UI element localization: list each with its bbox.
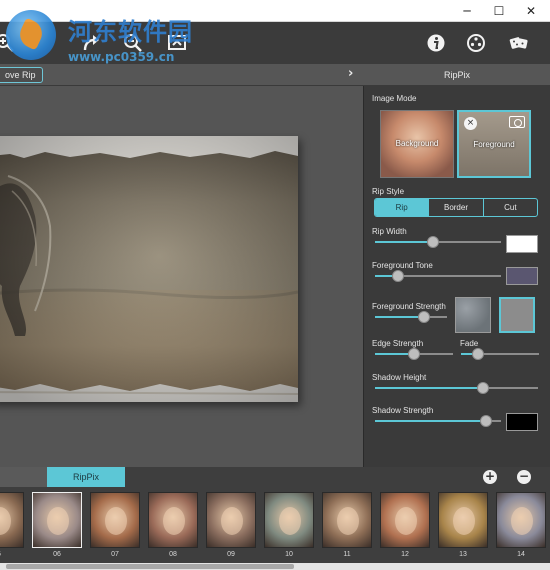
info-icon[interactable] xyxy=(425,32,447,54)
toolbar xyxy=(0,22,550,64)
fit-screen-icon[interactable] xyxy=(166,32,188,54)
rip-style-cut[interactable]: Cut xyxy=(484,199,537,216)
thumbnail-number: 5 xyxy=(0,551,24,558)
image-canvas[interactable] xyxy=(0,86,363,467)
effect-thumbnail[interactable] xyxy=(90,492,140,548)
fade-slider[interactable] xyxy=(461,348,539,360)
effect-thumbnail[interactable] xyxy=(206,492,256,548)
thumbnail-portrait xyxy=(221,507,243,535)
close-button[interactable]: ✕ xyxy=(516,0,546,22)
foreground-tone-label: Foreground Tone xyxy=(372,261,433,270)
zoom-in-icon[interactable] xyxy=(0,32,16,54)
title-bar: ─ ☐ ✕ xyxy=(0,0,550,22)
foreground-label: Foreground xyxy=(473,140,515,149)
zoom-out-icon[interactable] xyxy=(122,32,144,54)
effect-thumbnail[interactable] xyxy=(148,492,198,548)
rip-width-slider[interactable] xyxy=(375,236,501,248)
thumbnail-portrait xyxy=(395,507,417,535)
effects-filmstrip: 5 06 07 08 09 10 11 12 13 14 xyxy=(0,487,550,563)
shadow-strength-slider[interactable] xyxy=(375,415,501,427)
image-mode-label: Image Mode xyxy=(372,94,417,103)
effect-thumbnail[interactable] xyxy=(0,492,24,548)
foreground-tone-slider-knob[interactable] xyxy=(391,270,404,282)
background-mode-thumb[interactable]: Background xyxy=(380,110,454,178)
thumbnail-number: 14 xyxy=(517,551,525,558)
thumbnail-portrait xyxy=(47,507,69,535)
effect-thumbnail[interactable] xyxy=(496,492,546,548)
effect-thumbnail[interactable] xyxy=(380,492,430,548)
thumbnail-portrait xyxy=(279,507,301,535)
thumbnail-portrait xyxy=(105,507,127,535)
shadow-height-slider[interactable] xyxy=(375,382,538,394)
foreground-mode-thumb[interactable]: × Foreground xyxy=(457,110,531,178)
redo-icon[interactable] xyxy=(80,32,102,54)
fade-slider-knob[interactable] xyxy=(472,348,485,360)
effect-thumbnail[interactable] xyxy=(322,492,372,548)
fade-label: Fade xyxy=(460,339,479,348)
foreground-strength-slider[interactable] xyxy=(375,311,447,323)
rip-style-segmented-control: Rip Border Cut xyxy=(374,198,538,217)
rip-width-color-swatch[interactable] xyxy=(506,235,538,253)
rip-width-label: Rip Width xyxy=(372,227,407,236)
app-window: ─ ☐ ✕ 河东软件园 www.pc0359.cn ove Rip › RipP… xyxy=(0,0,550,570)
add-button[interactable]: + xyxy=(483,470,497,484)
settings-icon[interactable] xyxy=(465,32,487,54)
thumbnail-portrait xyxy=(511,507,533,535)
tab-ripix[interactable]: RipPix xyxy=(47,467,125,487)
edge-strength-label: Edge Strength xyxy=(372,339,424,348)
foreground-tone-slider[interactable] xyxy=(375,270,501,282)
ripix-settings-panel: Image Mode Background × Foreground Rip S… xyxy=(363,86,550,467)
foreground-texture-b[interactable] xyxy=(499,297,535,333)
rip-style-rip[interactable]: Rip xyxy=(375,199,430,216)
minimize-button[interactable]: ─ xyxy=(452,0,482,22)
thumbnail-portrait xyxy=(453,507,475,535)
rip-width-slider-knob[interactable] xyxy=(426,236,439,248)
effect-thumbnail[interactable] xyxy=(32,492,82,548)
effect-thumbnail[interactable] xyxy=(438,492,488,548)
thumbnail-number: 07 xyxy=(111,551,119,558)
edge-strength-slider-knob[interactable] xyxy=(408,348,420,360)
thumbnail-number: 10 xyxy=(285,551,293,558)
thumbnail-number: 06 xyxy=(53,551,61,558)
thumbnail-number: 13 xyxy=(459,551,467,558)
thumbnail-number: 08 xyxy=(169,551,177,558)
collapse-panel-chevron-icon[interactable]: › xyxy=(348,66,353,81)
shadow-strength-slider-knob[interactable] xyxy=(479,415,492,427)
background-label: Background xyxy=(395,139,439,148)
scrollbar-thumb[interactable] xyxy=(6,564,294,569)
foreground-strength-slider-knob[interactable] xyxy=(417,311,430,323)
filmstrip-scrollbar[interactable] xyxy=(0,563,550,570)
effect-thumbnail[interactable] xyxy=(264,492,314,548)
bottom-tab-bar: RipPix + − xyxy=(0,467,550,487)
foreground-texture-a[interactable] xyxy=(455,297,491,333)
photo-vignette xyxy=(0,136,298,402)
maximize-button[interactable]: ☐ xyxy=(484,0,514,22)
thumbnail-number: 09 xyxy=(227,551,235,558)
remove-button[interactable]: − xyxy=(517,470,531,484)
shadow-height-label: Shadow Height xyxy=(372,373,427,382)
shadow-strength-label: Shadow Strength xyxy=(372,406,434,415)
panel-title: RipPix xyxy=(443,70,470,80)
sub-toolbar: ove Rip › RipPix xyxy=(0,64,550,86)
thumbnail-number: 11 xyxy=(343,551,351,558)
shadow-height-slider-knob[interactable] xyxy=(476,382,489,394)
thumbnail-portrait xyxy=(0,507,11,535)
photo-preview[interactable] xyxy=(0,136,298,402)
remove-foreground-icon[interactable]: × xyxy=(464,117,477,130)
tab-previous[interactable] xyxy=(0,467,47,487)
dice-icon[interactable] xyxy=(508,32,530,54)
thumbnail-number: 12 xyxy=(401,551,409,558)
rip-style-label: Rip Style xyxy=(372,187,405,196)
remove-rip-button[interactable]: ove Rip xyxy=(0,67,43,83)
rip-style-border[interactable]: Border xyxy=(429,199,484,216)
foreground-strength-label: Foreground Strength xyxy=(372,302,446,311)
camera-icon[interactable] xyxy=(509,116,525,128)
edge-strength-slider[interactable] xyxy=(375,348,453,360)
shadow-color-swatch[interactable] xyxy=(506,413,538,431)
thumbnail-portrait xyxy=(337,507,359,535)
thumbnail-portrait xyxy=(163,507,185,535)
foreground-tone-color-swatch[interactable] xyxy=(506,267,538,285)
